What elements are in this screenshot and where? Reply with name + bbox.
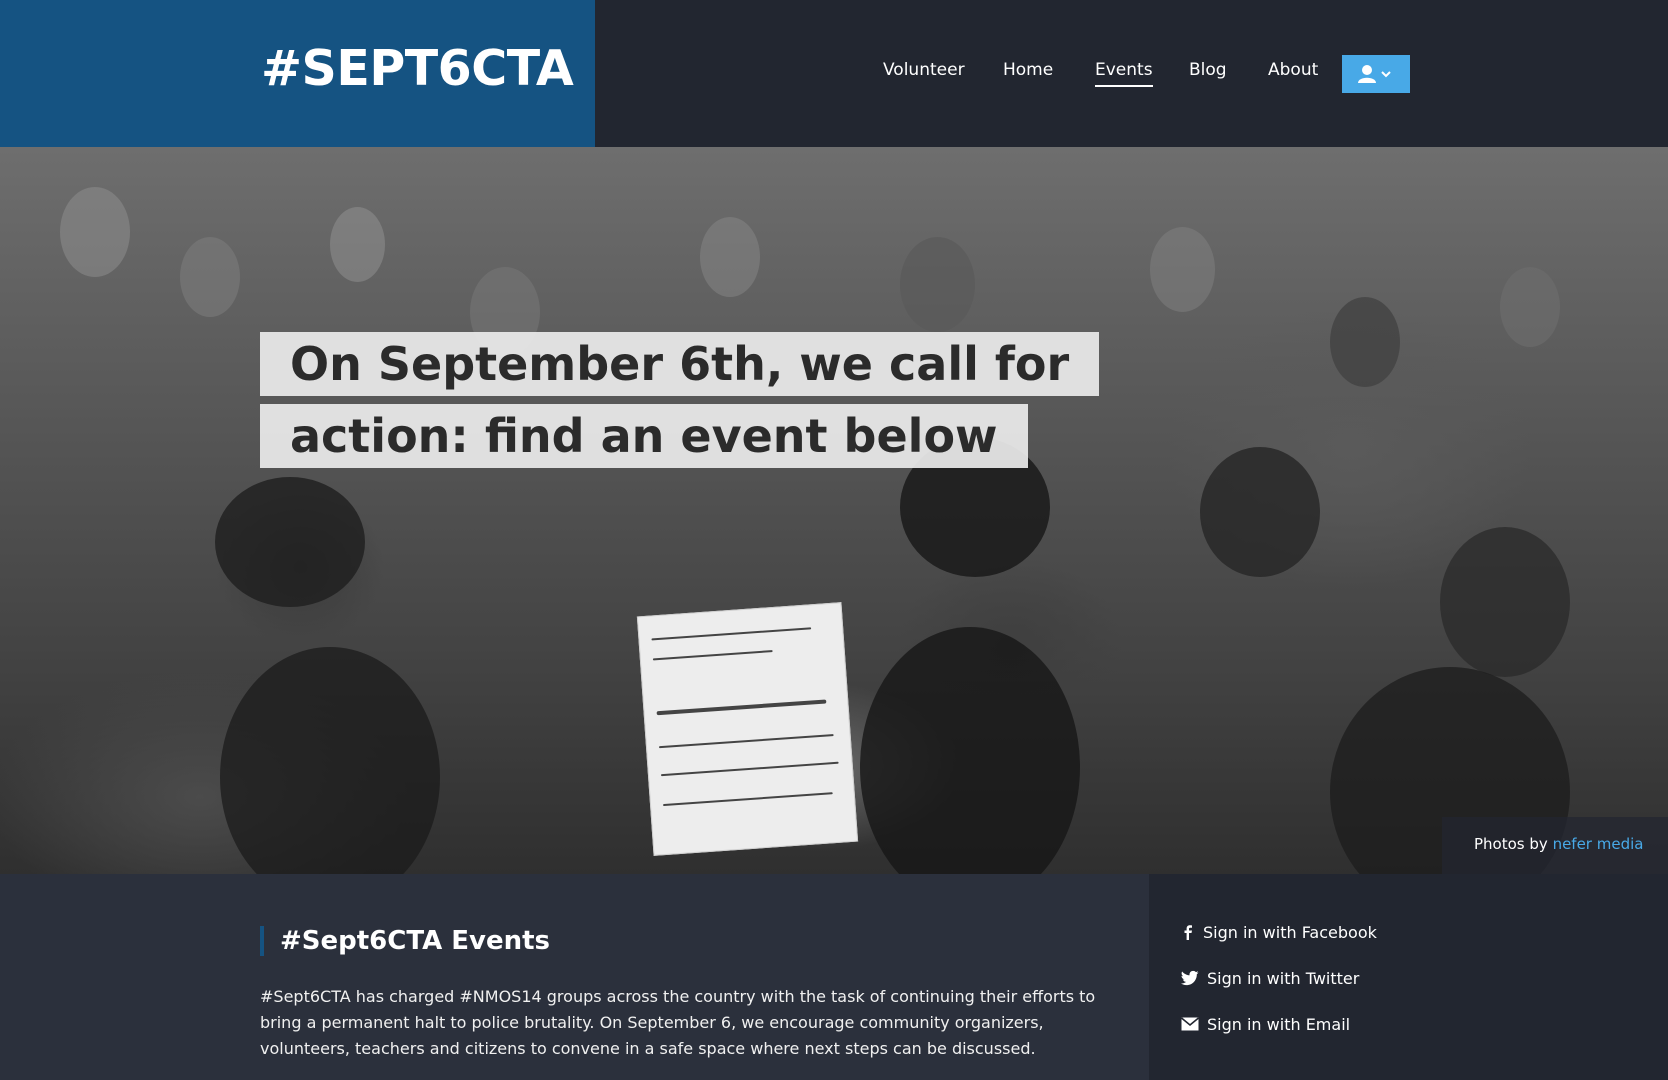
site-logo-text[interactable]: #SEPT6CTA (261, 40, 574, 97)
protest-sign (636, 602, 859, 856)
signin-facebook-link[interactable]: Sign in with Facebook (1181, 920, 1377, 944)
site-header: #SEPT6CTA Volunteer Home Events Blog Abo… (0, 0, 1668, 147)
facebook-icon (1184, 925, 1192, 940)
events-title: #Sept6CTA Events (260, 926, 550, 956)
user-icon (1358, 65, 1391, 83)
events-section: #Sept6CTA Events #Sept6CTA has charged #… (0, 874, 1149, 1080)
hero-headline: On September 6th, we call for action: fi… (260, 332, 1100, 468)
email-icon (1181, 1017, 1199, 1031)
signin-facebook-label: Sign in with Facebook (1203, 922, 1377, 942)
photo-credit-link[interactable]: nefer media (1553, 835, 1644, 853)
photo-credit: Photos by nefer media (1442, 817, 1668, 874)
signin-twitter-link[interactable]: Sign in with Twitter (1181, 966, 1359, 990)
hero-headline-line-2: action: find an event below (260, 404, 1028, 468)
nav-home[interactable]: Home (1003, 60, 1053, 80)
nav-about[interactable]: About (1268, 60, 1318, 80)
hero-headline-line-1: On September 6th, we call for (260, 332, 1100, 396)
photo-credit-label: Photos by (1474, 835, 1548, 853)
chevron-down-icon (1381, 71, 1391, 78)
brand-block: #SEPT6CTA (0, 0, 595, 147)
events-description: #Sept6CTA has charged #NMOS14 groups acr… (260, 987, 1096, 1058)
user-menu-button[interactable] (1342, 55, 1410, 93)
nav-events[interactable]: Events (1095, 60, 1153, 87)
hero-banner: On September 6th, we call for action: fi… (0, 147, 1668, 874)
signin-panel: Sign in with Facebook Sign in with Twitt… (1149, 874, 1668, 1080)
signin-twitter-label: Sign in with Twitter (1207, 968, 1360, 988)
signin-email-link[interactable]: Sign in with Email (1181, 1012, 1350, 1036)
nav-volunteer[interactable]: Volunteer (883, 60, 965, 80)
twitter-icon (1181, 970, 1199, 986)
signin-email-label: Sign in with Email (1207, 1014, 1351, 1034)
nav-blog[interactable]: Blog (1189, 60, 1227, 80)
